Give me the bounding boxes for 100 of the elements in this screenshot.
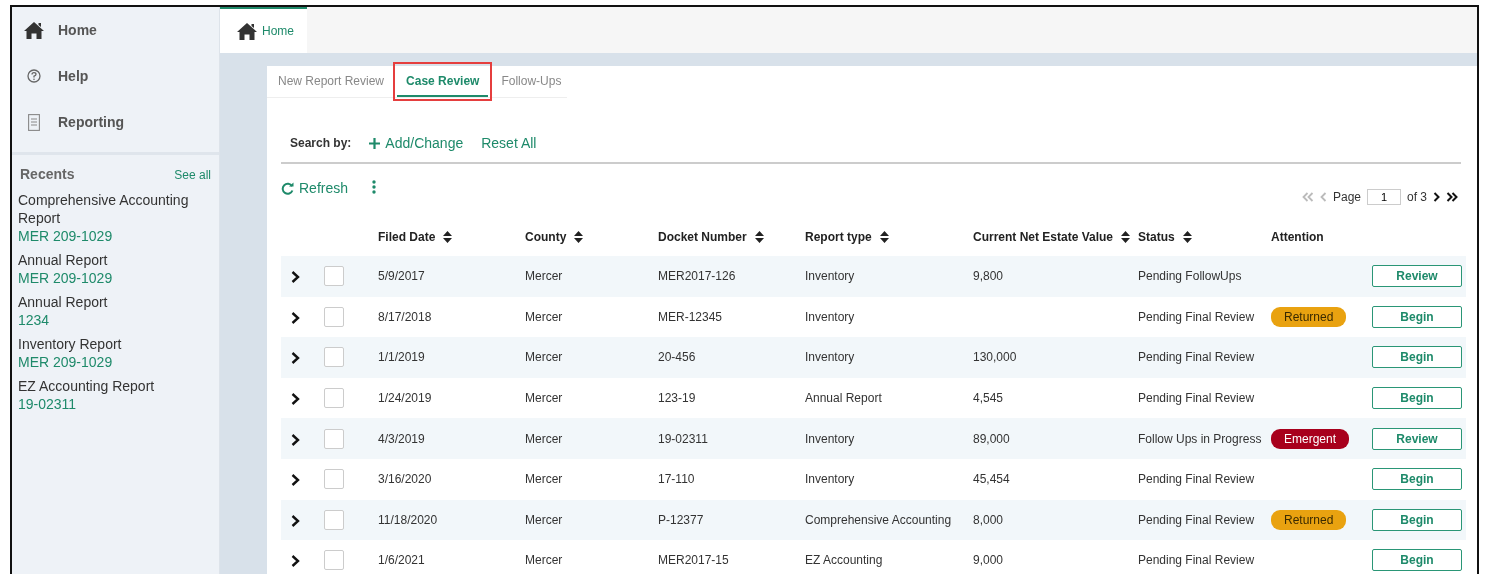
- table-cell: 3/16/2020: [378, 472, 432, 487]
- table-cell: Inventory: [805, 472, 855, 487]
- table-cell: Inventory: [805, 350, 855, 365]
- action-button[interactable]: Begin: [1372, 549, 1462, 572]
- chevron-right-icon[interactable]: [291, 474, 300, 487]
- see-all-link[interactable]: See all: [174, 165, 211, 184]
- table-cell: Inventory: [805, 309, 855, 324]
- table-cell: Pending Final Review: [1138, 350, 1255, 365]
- chevron-right-icon[interactable]: [291, 271, 300, 284]
- chevron-right-icon[interactable]: [291, 352, 300, 365]
- page-field[interactable]: 1: [1367, 189, 1401, 205]
- table-cell: EZ Accounting: [805, 553, 883, 568]
- page-label: Page: [1332, 189, 1361, 206]
- recent-code[interactable]: MER 209-1029: [18, 269, 213, 287]
- home-tab[interactable]: Home: [220, 7, 307, 53]
- tab[interactable]: Follow-Ups: [492, 66, 571, 97]
- next-page-icon: [1433, 192, 1440, 202]
- table-cell: Comprehensive Accounting: [805, 512, 952, 527]
- kebab-icon: [372, 180, 377, 194]
- row-checkbox[interactable]: [324, 428, 344, 449]
- table-cell: Mercer: [525, 472, 563, 487]
- action-button[interactable]: Begin: [1372, 387, 1462, 410]
- table-cell: Follow Ups in Progress: [1138, 431, 1262, 446]
- row-checkbox[interactable]: [324, 509, 344, 530]
- table-cell: P-12377: [658, 512, 704, 527]
- sidebar-item[interactable]: Help: [12, 53, 219, 99]
- help-icon: [27, 69, 41, 83]
- column-header[interactable]: Filed Date: [378, 228, 436, 246]
- recent-title[interactable]: Annual Report: [18, 293, 213, 311]
- sidebar-item[interactable]: Reporting: [12, 99, 219, 145]
- table-cell: Pending FollowUps: [1138, 269, 1242, 284]
- sidebar-item[interactable]: Home: [12, 7, 219, 53]
- action-button[interactable]: Begin: [1372, 346, 1462, 369]
- more-options-button[interactable]: [372, 180, 377, 194]
- last-page-button[interactable]: [1446, 192, 1458, 202]
- chevron-right-icon[interactable]: [291, 311, 300, 324]
- next-page-button[interactable]: [1433, 192, 1440, 202]
- table-cell: MER-12345: [658, 309, 723, 324]
- row-checkbox[interactable]: [324, 550, 344, 571]
- row-checkbox[interactable]: [324, 347, 344, 368]
- sort-icon[interactable]: [443, 231, 453, 243]
- column-header[interactable]: Status: [1138, 228, 1175, 246]
- row-checkbox[interactable]: [324, 266, 344, 287]
- recent-title[interactable]: Annual Report: [18, 251, 213, 269]
- chevron-right-icon[interactable]: [291, 433, 300, 446]
- recent-code[interactable]: 19-02311: [18, 395, 213, 413]
- table-cell: 89,000: [973, 431, 1010, 446]
- table-cell: MER2017-126: [658, 269, 736, 284]
- action-button[interactable]: Review: [1372, 265, 1462, 288]
- refresh-icon: [281, 182, 294, 195]
- table-cell: Pending Final Review: [1138, 309, 1255, 324]
- table-cell: 9,800: [973, 269, 1004, 284]
- table-cell: Mercer: [525, 553, 563, 568]
- chevron-right-icon[interactable]: [291, 555, 300, 568]
- recent-code[interactable]: MER 209-1029: [18, 353, 213, 371]
- row-checkbox[interactable]: [324, 469, 344, 490]
- table-cell: 4/3/2019: [378, 431, 425, 446]
- table-cell: 45,454: [973, 472, 1010, 487]
- table-cell: 1/1/2019: [378, 350, 425, 365]
- row-checkbox[interactable]: [324, 388, 344, 409]
- refresh-button[interactable]: Refresh: [281, 178, 349, 199]
- table-cell: 4,545: [973, 391, 1004, 406]
- sort-icon[interactable]: [879, 231, 889, 243]
- table-cell: 123-19: [658, 391, 696, 406]
- table-cell: Mercer: [525, 309, 563, 324]
- sort-icon[interactable]: [1121, 231, 1131, 243]
- table-cell: 1/24/2019: [378, 391, 432, 406]
- recent-code[interactable]: MER 209-1029: [18, 227, 213, 245]
- recent-code[interactable]: 1234: [18, 311, 213, 329]
- table-cell: Mercer: [525, 391, 563, 406]
- table-cell: Annual Report: [805, 391, 882, 406]
- add-change-link[interactable]: Add/Change: [369, 132, 464, 154]
- table-cell: Pending Final Review: [1138, 472, 1255, 487]
- action-button[interactable]: Begin: [1372, 305, 1462, 328]
- table-cell: 19-02311: [658, 431, 708, 446]
- column-header[interactable]: County: [525, 228, 567, 246]
- recent-title[interactable]: Comprehensive Accounting Report: [18, 191, 213, 227]
- row-checkbox[interactable]: [324, 306, 344, 327]
- table-cell: Pending Final Review: [1138, 512, 1255, 527]
- column-header[interactable]: Current Net Estate Value: [973, 228, 1114, 246]
- tab[interactable]: New Report Review: [269, 66, 394, 97]
- recent-title[interactable]: Inventory Report: [18, 335, 213, 353]
- recent-title[interactable]: EZ Accounting Report: [18, 377, 213, 395]
- table-cell: Inventory: [805, 431, 855, 446]
- column-header[interactable]: Docket Number: [658, 228, 747, 246]
- sort-icon[interactable]: [1182, 231, 1192, 243]
- search-label: Search by:: [290, 135, 352, 152]
- sort-icon[interactable]: [754, 231, 764, 243]
- chevron-right-icon[interactable]: [291, 392, 300, 405]
- action-button[interactable]: Begin: [1372, 468, 1462, 491]
- column-header[interactable]: Report type: [805, 228, 872, 246]
- chevron-right-icon[interactable]: [291, 514, 300, 527]
- sort-icon[interactable]: [574, 231, 584, 243]
- table-cell: 8/17/2018: [378, 309, 432, 324]
- table-cell: MER2017-15: [658, 553, 729, 568]
- action-button[interactable]: Review: [1372, 427, 1462, 450]
- table-cell: 9,000: [973, 553, 1004, 568]
- attention-badge: Emergent: [1271, 428, 1350, 449]
- action-button[interactable]: Begin: [1372, 508, 1462, 531]
- reset-all-link[interactable]: Reset All: [481, 132, 537, 154]
